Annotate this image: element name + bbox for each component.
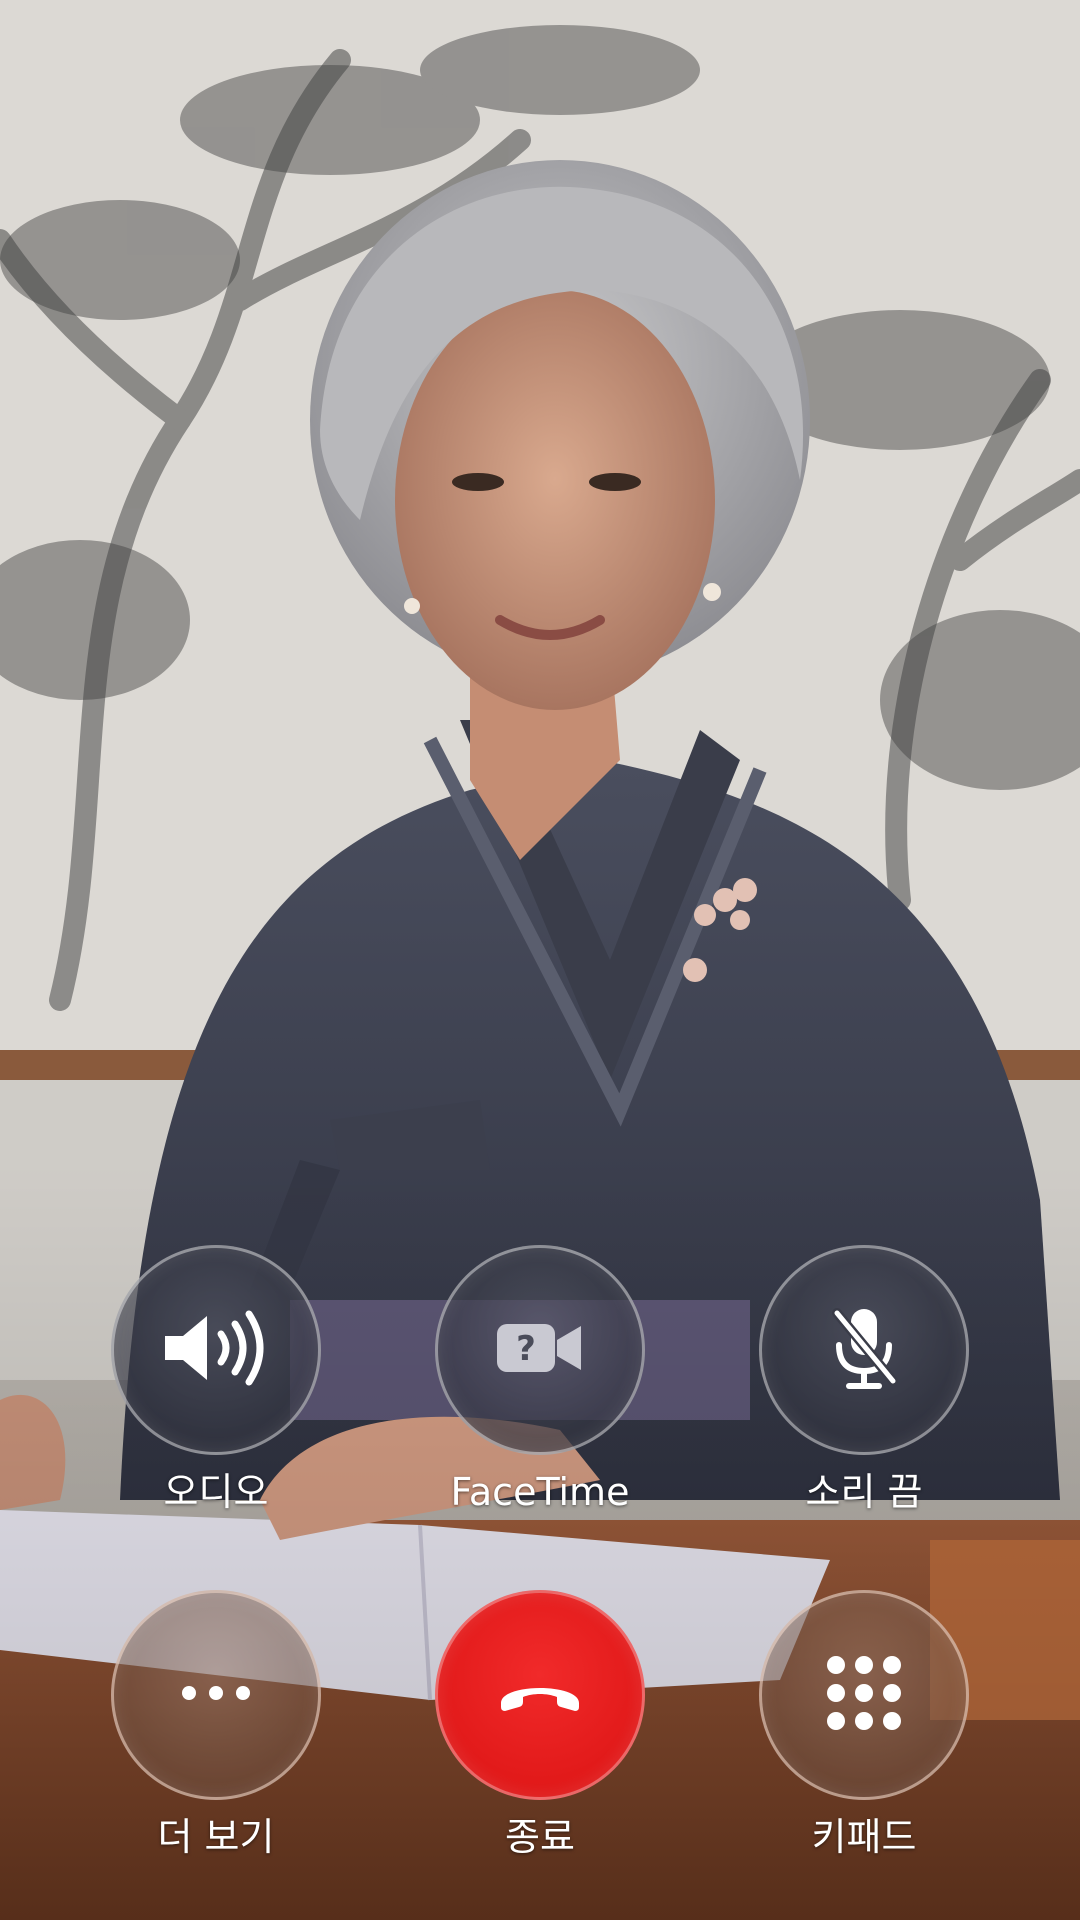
audio-button[interactable] [111, 1245, 321, 1455]
more-label: 더 보기 [157, 1815, 275, 1859]
keypad-button[interactable] [759, 1590, 969, 1800]
call-controls: 오디오 ? FaceTime 소리 끔 더 보기 종료 키패드 [0, 1245, 1080, 1865]
facetime-button[interactable]: ? [435, 1245, 645, 1455]
mic-muted-icon [829, 1305, 899, 1395]
mute-label: 소리 끔 [805, 1470, 923, 1514]
more-icon [181, 1683, 251, 1707]
end-call-button[interactable] [435, 1590, 645, 1800]
facetime-control: ? FaceTime [435, 1245, 645, 1515]
audio-control: 오디오 [111, 1245, 321, 1515]
end-call-label: 종료 [505, 1815, 575, 1859]
mute-control: 소리 끔 [759, 1245, 969, 1515]
end-call-icon [495, 1673, 585, 1717]
more-button[interactable] [111, 1590, 321, 1800]
more-control: 더 보기 [111, 1590, 321, 1860]
mute-button[interactable] [759, 1245, 969, 1455]
keypad-control: 키패드 [759, 1590, 969, 1860]
audio-label: 오디오 [163, 1470, 269, 1514]
keypad-label: 키패드 [811, 1815, 917, 1859]
facetime-label: FaceTime [450, 1470, 630, 1514]
end-call-control: 종료 [435, 1590, 645, 1860]
facetime-unavailable-icon: ? [495, 1318, 585, 1382]
speaker-icon [161, 1308, 271, 1392]
svg-text:?: ? [516, 1329, 536, 1369]
keypad-icon [826, 1655, 902, 1735]
